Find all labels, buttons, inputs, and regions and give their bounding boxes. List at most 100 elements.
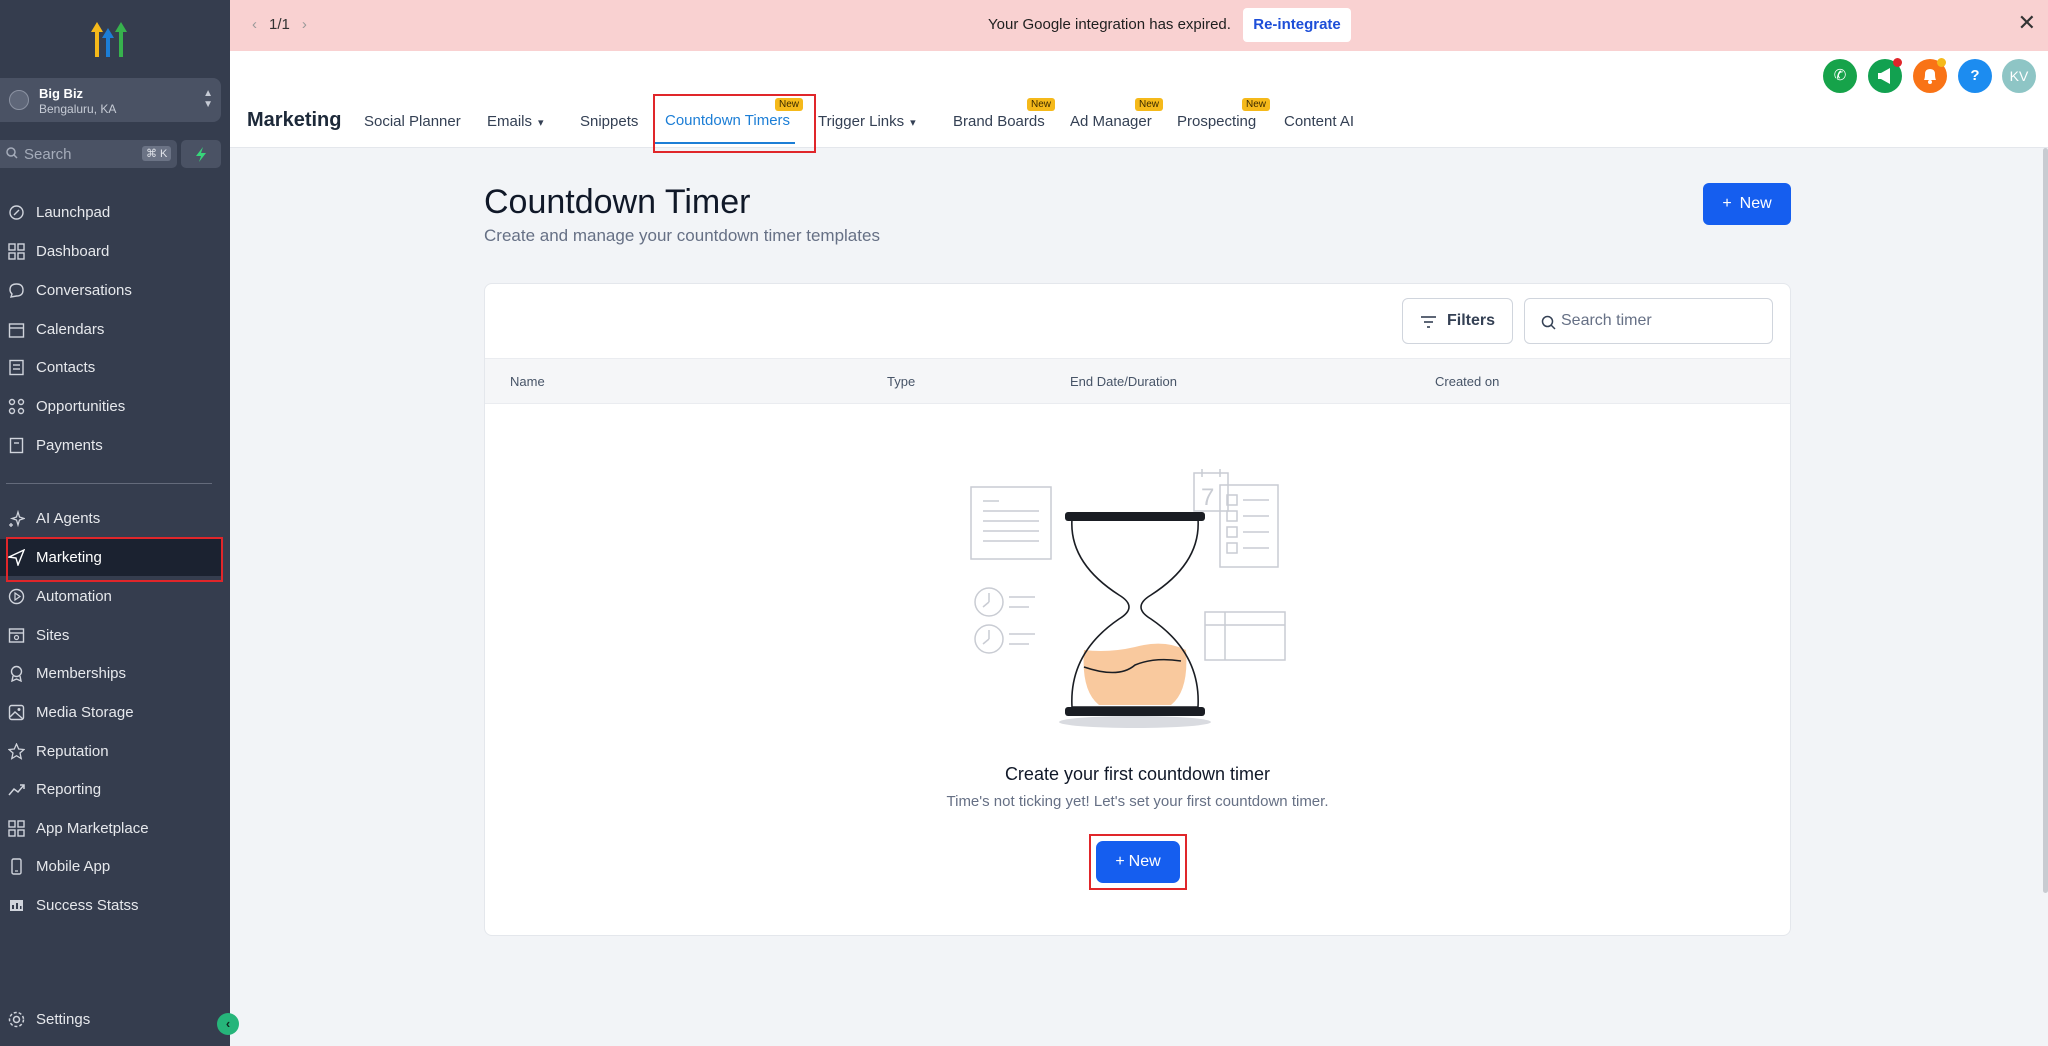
sidebar-item-contacts[interactable]: Contacts (0, 349, 222, 386)
page-scrollbar[interactable] (2043, 148, 2048, 893)
page-subtitle: Create and manage your countdown timer t… (484, 226, 880, 245)
empty-state-title: Create your first countdown timer (1004, 764, 1271, 784)
sidebar-item-label: Dashboard (36, 243, 110, 260)
plus-icon: + (1722, 195, 1732, 212)
sidebar-item-label: Memberships (36, 665, 127, 682)
sidebar-item-label: Reporting (36, 781, 102, 798)
page-title: Countdown Timer (484, 183, 751, 221)
phone-icon[interactable]: ✆ (1823, 59, 1857, 93)
sidebar: Big Biz Bengaluru, KA ▲ ▼ Search ⌘ K Laun… (0, 0, 239, 1046)
filters-label: Filters (1447, 312, 1496, 329)
opportunities-icon (8, 398, 25, 415)
new-badge: New (1027, 98, 1056, 111)
payments-icon (9, 437, 24, 454)
tab-label: Emails (487, 113, 533, 130)
gear-icon (8, 1011, 25, 1028)
contacts-icon (9, 359, 24, 376)
tab-prospecting[interactable]: Prospecting (1177, 113, 1256, 130)
table-header: Name Type End Date/Duration Created on (485, 358, 1790, 404)
trend-icon (8, 784, 25, 796)
chevron-left-icon[interactable]: ‹ (252, 16, 257, 33)
tab-brand-boards[interactable]: Brand Boards (953, 113, 1045, 130)
filters-button[interactable]: Filters (1402, 298, 1513, 344)
sidebar-item-reporting[interactable]: Reporting (0, 771, 222, 808)
tab-emails[interactable]: Emails ▾ (487, 113, 544, 130)
search-shortcut: ⌘ K (142, 146, 172, 161)
app-logo[interactable] (87, 18, 133, 60)
calendar-day: 7 (1201, 484, 1214, 511)
sidebar-item-ai-agents[interactable]: AI Agents (0, 500, 222, 537)
integration-banner: ‹ 1/1 › Your Google integration has expire… (230, 0, 2048, 51)
new-timer-button[interactable]: + New (1703, 183, 1791, 225)
sidebar-item-mobile-app[interactable]: Mobile App (0, 848, 222, 885)
sidebar-item-label: AI Agents (36, 510, 101, 527)
org-switcher[interactable]: Big Biz Bengaluru, KA ▲ ▼ (0, 78, 221, 122)
sidebar-item-label: App Marketplace (36, 820, 149, 837)
sidebar-item-label: Contacts (36, 359, 96, 376)
new-badge: New (1135, 98, 1164, 111)
sidebar-item-label: Calendars (36, 321, 105, 338)
search-icon (6, 147, 18, 159)
filter-icon (1421, 316, 1436, 328)
banner-pager: ‹ 1/1 › (252, 16, 307, 33)
empty-state-subtitle: Time's not ticking yet! Let's set your f… (946, 793, 1329, 810)
sidebar-item-label: Success Statss (36, 897, 139, 914)
sidebar-item-label: Conversations (36, 282, 132, 299)
column-created-on[interactable]: Created on (1435, 374, 1499, 389)
sidebar-item-media-storage[interactable]: Media Storage (0, 694, 222, 731)
sidebar-item-calendars[interactable]: Calendars (0, 311, 222, 348)
sparkle-icon (9, 510, 25, 527)
quick-action-button[interactable] (181, 140, 221, 168)
new-button-label: New (1739, 195, 1772, 212)
search-timer-input[interactable]: Search timer (1524, 298, 1773, 344)
sidebar-item-label: Launchpad (36, 204, 111, 221)
column-end-date[interactable]: End Date/Duration (1070, 374, 1177, 389)
sidebar-item-label: Settings (36, 1011, 91, 1028)
sidebar-item-dashboard[interactable]: Dashboard (0, 233, 222, 270)
chevron-down-icon: ▾ (910, 117, 916, 129)
sidebar-item-payments[interactable]: Payments (0, 427, 222, 464)
search-timer-placeholder: Search timer (1561, 312, 1652, 329)
tab-trigger-links[interactable]: Trigger Links ▾ (818, 113, 916, 130)
sidebar-item-app-marketplace[interactable]: App Marketplace (0, 810, 222, 847)
chevron-right-icon[interactable]: › (302, 16, 307, 33)
sidebar-search-placeholder: Search (24, 146, 72, 163)
column-type[interactable]: Type (887, 374, 915, 389)
column-name[interactable]: Name (510, 374, 545, 389)
new-badge: New (1242, 98, 1271, 111)
org-avatar-icon (9, 90, 29, 110)
chat-icon (9, 283, 24, 298)
close-icon[interactable]: ✕ (2018, 12, 2036, 34)
star-icon (8, 743, 25, 760)
stats-icon (10, 900, 23, 911)
sidebar-item-memberships[interactable]: Memberships (0, 655, 222, 692)
apps-icon (8, 820, 25, 837)
org-location: Bengaluru, KA (39, 102, 117, 116)
highlight-box-new-button (1089, 834, 1187, 890)
membership-icon (10, 665, 23, 682)
sidebar-item-automation[interactable]: Automation (0, 578, 222, 615)
sidebar-item-launchpad[interactable]: Launchpad (0, 194, 222, 231)
grid-icon (8, 243, 25, 260)
sidebar-item-label: Automation (36, 588, 112, 605)
sidebar-search[interactable]: Search ⌘ K (0, 140, 177, 168)
reintegrate-button[interactable]: Re-integrate (1243, 8, 1351, 42)
mobile-icon (11, 858, 22, 875)
sidebar-item-reputation[interactable]: Reputation (0, 733, 222, 770)
sidebar-item-settings[interactable]: Settings (0, 1001, 222, 1038)
sidebar-item-label: Mobile App (36, 858, 111, 875)
collapse-sidebar-button[interactable]: ‹ (217, 1013, 239, 1035)
user-avatar[interactable]: KV (2002, 59, 2036, 93)
help-icon[interactable]: ? (1958, 59, 1992, 93)
sidebar-item-success-statss[interactable]: Success Statss (0, 887, 222, 924)
chevron-down-icon: ▾ (538, 117, 544, 129)
sidebar-item-opportunities[interactable]: Opportunities (0, 388, 222, 425)
calendar-icon (8, 323, 25, 338)
tab-content-ai[interactable]: Content AI (1284, 113, 1354, 130)
sidebar-item-sites[interactable]: Sites (0, 617, 222, 654)
tab-ad-manager[interactable]: Ad Manager (1070, 113, 1152, 130)
tab-snippets[interactable]: Snippets (580, 113, 638, 130)
rocket-icon (9, 205, 24, 220)
tab-social-planner[interactable]: Social Planner (364, 113, 461, 130)
sidebar-item-conversations[interactable]: Conversations (0, 272, 222, 309)
